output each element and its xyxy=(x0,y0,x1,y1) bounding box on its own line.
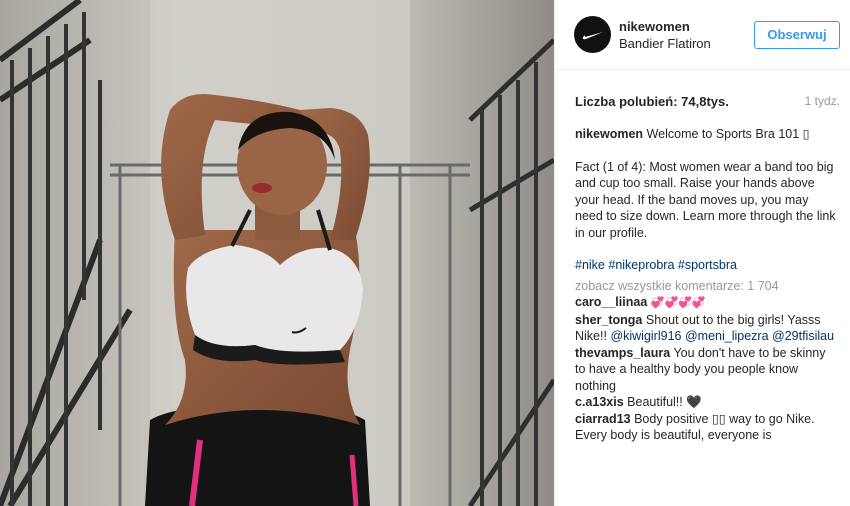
view-all-comments-link[interactable]: zobacz wszystkie komentarze: 1 704 xyxy=(575,278,836,295)
comment-username[interactable]: thevamps_laura xyxy=(575,346,670,360)
post-time[interactable]: 1 tydz. xyxy=(805,94,840,108)
hashtag[interactable]: #nike xyxy=(575,258,605,272)
caption-first-line: nikewomen Welcome to Sports Bra 101 ▯ xyxy=(575,126,836,143)
comment-text: Beautiful!! 🖤 xyxy=(627,395,702,409)
avatar[interactable] xyxy=(574,16,611,53)
post-meta: Liczba polubień: 74,8tys. 1 tydz. xyxy=(555,70,850,112)
caption-body: Fact (1 of 4): Most women wear a band to… xyxy=(575,159,836,240)
comment-username[interactable]: sher_tonga xyxy=(575,313,642,327)
comment: caro__liinaa 💞💞💞💞 xyxy=(575,294,836,312)
comment: c.a13xis Beautiful!! 🖤 xyxy=(575,394,836,411)
post-side-panel: nikewomen Bandier Flatiron Obserwuj Licz… xyxy=(554,0,850,506)
post-author: nikewomen Bandier Flatiron xyxy=(619,18,754,52)
caption-hashtags: #nike #nikeprobra #sportsbra xyxy=(575,257,836,274)
comment-username[interactable]: ciarrad13 xyxy=(575,412,631,426)
post-location[interactable]: Bandier Flatiron xyxy=(619,35,754,52)
comment-text: 💞💞💞💞 xyxy=(650,297,706,309)
comment: sher_tonga Shout out to the big girls! Y… xyxy=(575,312,836,345)
likes-count[interactable]: Liczba polubień: 74,8tys. xyxy=(575,94,729,109)
mention-link[interactable]: @29tfisilau xyxy=(772,329,834,343)
nike-swoosh-icon xyxy=(582,31,603,39)
follow-button[interactable]: Obserwuj xyxy=(754,20,840,49)
hashtag[interactable]: #sportsbra xyxy=(678,258,737,272)
caption-first-text: Welcome to Sports Bra 101 ▯ xyxy=(646,127,810,141)
mention-link[interactable]: @kiwigirl916 xyxy=(610,329,681,343)
post-photo[interactable] xyxy=(0,0,554,506)
comment: thevamps_laura You don't have to be skin… xyxy=(575,345,836,395)
photo-illustration xyxy=(0,0,554,506)
caption-username[interactable]: nikewomen xyxy=(575,127,643,141)
hashtag[interactable]: #nikeprobra xyxy=(608,258,674,272)
comment: ciarrad13 Body positive ▯▯ way to go Nik… xyxy=(575,411,836,444)
comment-username[interactable]: c.a13xis xyxy=(575,395,624,409)
comments-list: nikewomen Welcome to Sports Bra 101 ▯ Fa… xyxy=(555,112,850,444)
post-header: nikewomen Bandier Flatiron Obserwuj xyxy=(555,0,850,70)
comment-username[interactable]: caro__liinaa xyxy=(575,295,647,309)
mention-link[interactable]: @meni_lipezra xyxy=(685,329,769,343)
author-username[interactable]: nikewomen xyxy=(619,18,754,35)
